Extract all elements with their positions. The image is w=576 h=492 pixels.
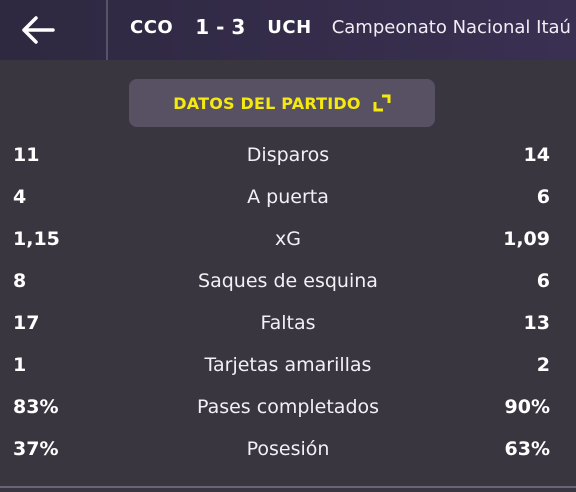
stat-row-xg: 1,15 xG 1,09 [0, 218, 576, 260]
stat-label: Saques de esquina [198, 270, 378, 292]
away-team: UCH [267, 16, 312, 38]
arrow-left-icon [22, 16, 55, 44]
score-result: 1 - 3 [195, 15, 246, 39]
expand-icon [373, 94, 391, 112]
stat-row-shots: 11 Disparos 14 [0, 134, 576, 176]
topbar-divider [106, 0, 108, 60]
away-value: 90% [504, 396, 550, 418]
stat-row-corners: 8 Saques de esquina 6 [0, 260, 576, 302]
stat-row-possession: 37% Posesión 63% [0, 428, 576, 470]
stat-label: Faltas [260, 312, 316, 334]
stat-label: Tarjetas amarillas [204, 354, 372, 376]
away-value: 63% [504, 438, 550, 460]
stat-label: A puerta [247, 186, 329, 208]
stat-row-on-target: 4 A puerta 6 [0, 176, 576, 218]
competition-name: Campeonato Nacional Itaú [331, 16, 571, 38]
stat-label: Disparos [246, 144, 330, 166]
stat-row-yellow-cards: 1 Tarjetas amarillas 2 [0, 344, 576, 386]
stats-table: 11 Disparos 14 4 A puerta 6 1,15 xG 1,09… [0, 134, 576, 470]
away-value: 14 [523, 144, 550, 166]
away-value: 2 [536, 354, 550, 376]
home-team: CCO [130, 16, 174, 38]
stat-label: Pases completados [196, 396, 380, 418]
away-value: 6 [536, 186, 550, 208]
stat-row-passes: 83% Pases completados 90% [0, 386, 576, 428]
top-bar: CCO 1 - 3 UCH Campeonato Nacional Itaú [0, 0, 576, 60]
stat-label: xG [275, 228, 301, 250]
panel-title: DATOS DEL PARTIDO [173, 93, 361, 113]
stat-row-fouls: 17 Faltas 13 [0, 302, 576, 344]
back-button[interactable] [0, 0, 106, 60]
match-score[interactable]: CCO 1 - 3 UCH Campeonato Nacional Itaú [130, 12, 571, 42]
away-value: 1,09 [503, 228, 550, 250]
stat-label: Posesión [246, 438, 330, 460]
away-value: 13 [523, 312, 550, 334]
match-stats-header-button[interactable]: DATOS DEL PARTIDO [129, 79, 435, 127]
bottom-divider [0, 486, 576, 488]
away-value: 6 [536, 270, 550, 292]
